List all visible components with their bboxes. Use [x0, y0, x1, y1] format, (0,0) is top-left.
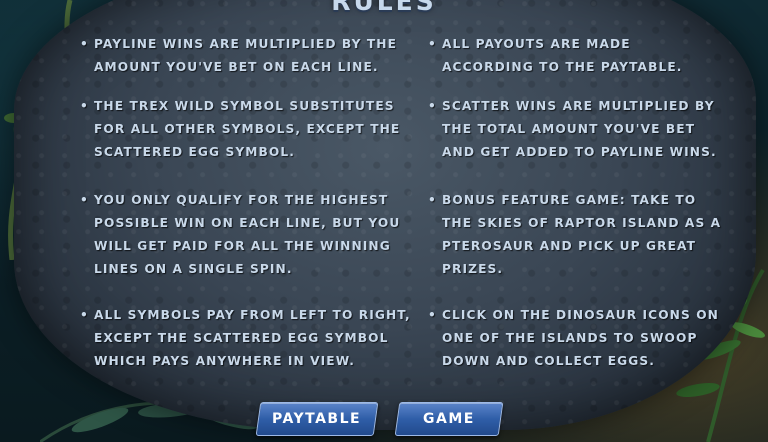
rule-text: SCATTER WINS ARE MULTIPLIED BY THE TOTAL…: [442, 99, 717, 159]
bullet-icon: •: [428, 193, 437, 207]
rule-text: CLICK ON THE DINOSAUR ICONS ON ONE OF TH…: [442, 308, 719, 368]
paytable-button-label: PAYTABLE: [272, 411, 362, 427]
rule-text: PAYLINE WINS ARE MULTIPLIED BY THE AMOUN…: [94, 37, 398, 74]
rule-item: • ALL PAYOUTS ARE MADE ACCORDING TO THE …: [428, 33, 682, 79]
rule-text: ALL SYMBOLS PAY FROM LEFT TO RIGHT, EXCE…: [94, 308, 411, 368]
bullet-icon: •: [80, 37, 89, 51]
bullet-icon: •: [428, 37, 437, 51]
bullet-icon: •: [428, 99, 437, 113]
rules-screen: RULES • PAYLINE WINS ARE MULTIPLIED BY T…: [0, 0, 768, 442]
rule-text: ALL PAYOUTS ARE MADE ACCORDING TO THE PA…: [442, 37, 683, 74]
rule-text: YOU ONLY QUALIFY FOR THE HIGHEST POSSIBL…: [94, 193, 401, 276]
bullet-icon: •: [80, 308, 89, 322]
page-title: RULES: [331, 0, 437, 16]
bullet-icon: •: [428, 308, 437, 322]
rule-item: • THE TREX WILD SYMBOL SUBSTITUTES FOR A…: [80, 95, 400, 164]
rule-item: • ALL SYMBOLS PAY FROM LEFT TO RIGHT, EX…: [80, 304, 411, 373]
rule-text: THE TREX WILD SYMBOL SUBSTITUTES FOR ALL…: [94, 99, 401, 159]
rule-item: • PAYLINE WINS ARE MULTIPLIED BY THE AMO…: [80, 33, 397, 79]
paytable-button[interactable]: PAYTABLE: [255, 402, 379, 436]
game-button-label: GAME: [423, 411, 475, 427]
rule-item: • SCATTER WINS ARE MULTIPLIED BY THE TOT…: [428, 95, 717, 164]
rule-item: • BONUS FEATURE GAME: TAKE TO THE SKIES …: [428, 189, 721, 281]
bullet-icon: •: [80, 193, 89, 207]
game-button[interactable]: GAME: [394, 402, 504, 436]
bullet-icon: •: [80, 99, 89, 113]
rule-item: • CLICK ON THE DINOSAUR ICONS ON ONE OF …: [428, 304, 719, 373]
rule-item: • YOU ONLY QUALIFY FOR THE HIGHEST POSSI…: [80, 189, 400, 281]
rule-text: BONUS FEATURE GAME: TAKE TO THE SKIES OF…: [442, 193, 722, 276]
